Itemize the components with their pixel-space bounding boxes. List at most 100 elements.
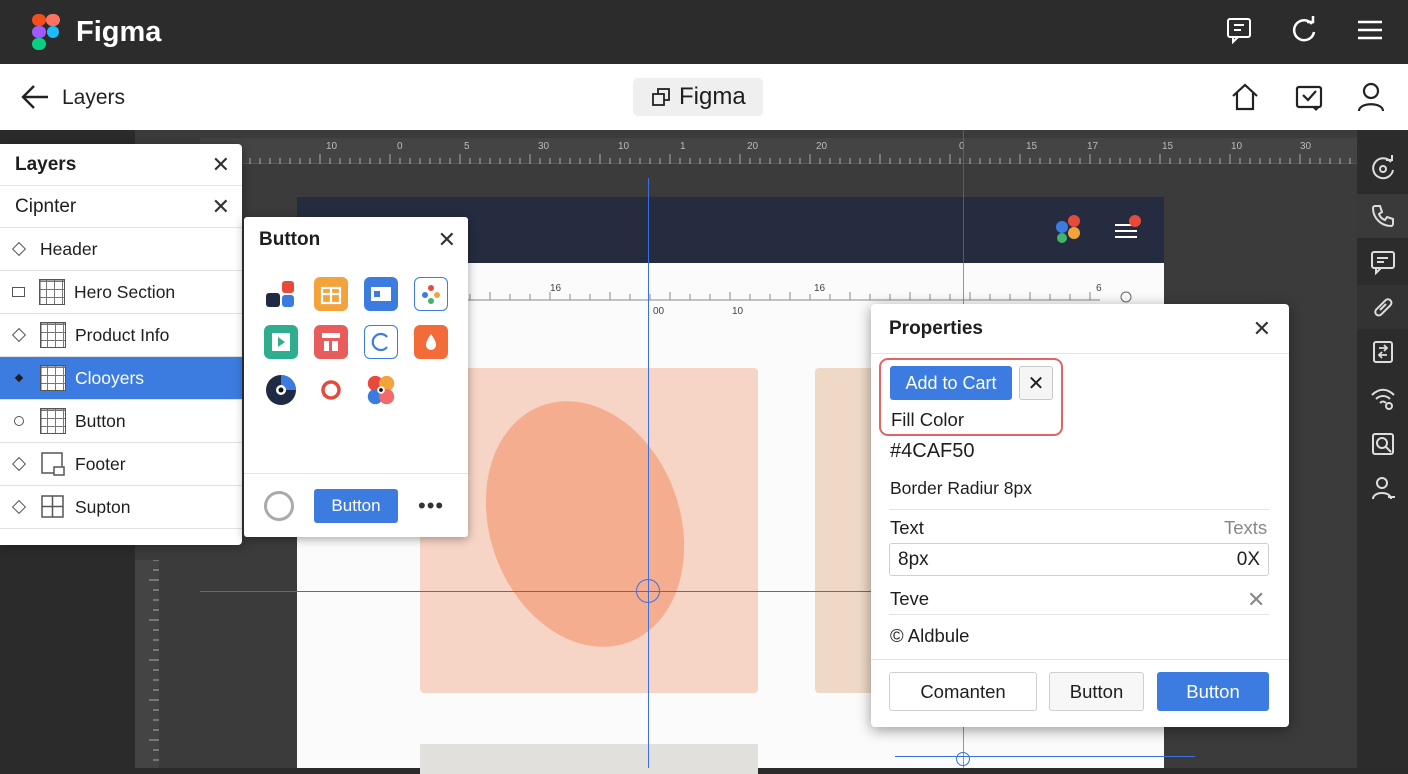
selected-marker-icon — [14, 373, 24, 383]
wifi-icon[interactable] — [1357, 376, 1408, 420]
link-icon[interactable] — [1357, 285, 1408, 329]
screen-search-icon[interactable] — [1357, 422, 1408, 466]
text-hint: Texts — [1224, 517, 1268, 538]
drop-icon[interactable] — [414, 325, 448, 359]
close-icon[interactable]: ✕ — [212, 152, 230, 178]
crosshair-target[interactable] — [636, 579, 660, 603]
profile-icon[interactable] — [1357, 466, 1408, 510]
oval-shape[interactable] — [480, 400, 700, 660]
close-icon[interactable]: ✕ — [1247, 587, 1265, 613]
grid-icon — [40, 365, 66, 391]
comment-icon[interactable] — [1225, 16, 1255, 46]
ruler-label: 0 — [397, 141, 403, 152]
layer-item-hero-section[interactable]: Hero Section — [0, 271, 242, 314]
ring-icon[interactable] — [314, 373, 348, 407]
ruler-label: 20 — [747, 141, 759, 152]
fill-color-label: Fill Color — [891, 409, 964, 430]
ruler-label: 5 — [464, 141, 470, 152]
layer-label: Button — [75, 410, 126, 431]
size-input[interactable]: 8px 0X — [889, 543, 1269, 576]
fill-color-value[interactable]: #4CAF50 — [890, 440, 975, 463]
horizontal-guide[interactable] — [200, 591, 872, 592]
primary-button[interactable]: Button — [1157, 672, 1269, 711]
user-icon[interactable] — [1356, 82, 1386, 112]
menu-icon[interactable] — [1356, 16, 1386, 46]
eye-dot-icon[interactable] — [264, 373, 298, 407]
layer-label: Footer — [75, 453, 126, 474]
diamond-icon — [11, 499, 27, 515]
ruler-label: 10 — [326, 141, 338, 152]
close-icon[interactable]: ✕ — [1019, 366, 1053, 400]
inbox-icon[interactable] — [1294, 82, 1324, 112]
gift-icon[interactable] — [314, 277, 348, 311]
more-options-icon[interactable]: ••• — [418, 493, 444, 519]
ruler-label: 1 — [680, 141, 686, 152]
frame-ruler-label: 10 — [732, 306, 744, 317]
sync-icon[interactable] — [1357, 146, 1408, 190]
layer-item-clooyers[interactable]: Clooyers — [0, 357, 242, 400]
vertical-ruler — [135, 560, 159, 768]
ruler-label: 0 — [959, 141, 965, 152]
grid-icon — [39, 279, 65, 305]
reload-icon[interactable] — [364, 325, 398, 359]
phone-icon[interactable] — [1357, 194, 1408, 238]
aldbule-label[interactable]: © Aldbule — [890, 625, 969, 647]
swap-icon[interactable] — [1357, 330, 1408, 374]
layer-label: Product Info — [75, 324, 170, 345]
vertical-guide[interactable] — [648, 178, 649, 768]
card-icon[interactable] — [364, 277, 398, 311]
refresh-icon[interactable] — [1290, 16, 1320, 46]
grid-icon — [40, 322, 66, 348]
grid-icon — [40, 408, 66, 434]
close-icon[interactable]: ✕ — [1253, 316, 1271, 342]
horizontal-guide[interactable] — [895, 756, 1195, 757]
layer-item-product-info[interactable]: Product Info — [0, 314, 242, 357]
frame-ruler-label: 6 — [1096, 283, 1102, 294]
message-icon[interactable] — [1357, 240, 1408, 284]
top-bar: Figma — [0, 0, 1408, 64]
button-panel-title: Button — [259, 229, 321, 250]
divider — [871, 659, 1289, 660]
layers-search-input[interactable]: Cipnter ✕ — [0, 186, 242, 228]
clear-search-icon[interactable]: ✕ — [212, 194, 230, 220]
radio-ring-icon[interactable] — [264, 490, 294, 521]
back-arrow-icon[interactable] — [20, 84, 50, 110]
file-name-pill[interactable]: Figma — [633, 78, 763, 116]
ruler-label: 10 — [618, 141, 630, 152]
ruler-label: 15 — [1162, 141, 1174, 152]
ruler-label: 20 — [816, 141, 828, 152]
layers-panel-header: Layers ✕ — [0, 144, 242, 186]
circle-icon — [14, 416, 24, 426]
dots-app-icon[interactable] — [414, 277, 448, 311]
layout-icon[interactable] — [314, 325, 348, 359]
ruler-label: 10 — [1231, 141, 1243, 152]
play-box-icon[interactable] — [264, 325, 298, 359]
frame-ruler: 16 16 6 00 10 — [440, 280, 1140, 317]
divider — [889, 509, 1269, 510]
crosshair-target[interactable] — [956, 752, 970, 766]
size-input-suffix: 0X — [1236, 548, 1260, 570]
button-panel-footer: Button ••• — [244, 473, 468, 537]
close-icon[interactable]: ✕ — [438, 227, 456, 253]
button-preview[interactable]: Button — [314, 488, 398, 523]
bottom-card[interactable] — [420, 744, 758, 774]
right-toolbar — [1357, 130, 1408, 768]
layer-item-header[interactable]: Header — [0, 228, 242, 271]
layer-item-footer[interactable]: Footer — [0, 443, 242, 486]
home-icon[interactable] — [1230, 82, 1260, 112]
comanten-button[interactable]: Comanten — [889, 672, 1037, 711]
flower-icon[interactable] — [364, 373, 398, 407]
nav-title: Layers — [62, 86, 126, 109]
frame-icon — [40, 451, 66, 477]
properties-panel: Properties ✕ Add to Cart ✕ Fill Color #4… — [871, 304, 1289, 727]
layer-item-button[interactable]: Button — [0, 400, 242, 443]
secondary-button[interactable]: Button — [1049, 672, 1144, 711]
layer-label: Supton — [75, 496, 131, 517]
figma-logo-icon — [32, 14, 60, 50]
frame-ruler-label: 00 — [653, 306, 665, 317]
diamond-icon — [11, 241, 27, 257]
blocks-icon[interactable] — [264, 277, 298, 311]
layer-item-supton[interactable]: Supton — [0, 486, 242, 529]
add-to-cart-button[interactable]: Add to Cart — [890, 366, 1012, 400]
hamburger-notify-icon[interactable] — [1113, 215, 1147, 243]
